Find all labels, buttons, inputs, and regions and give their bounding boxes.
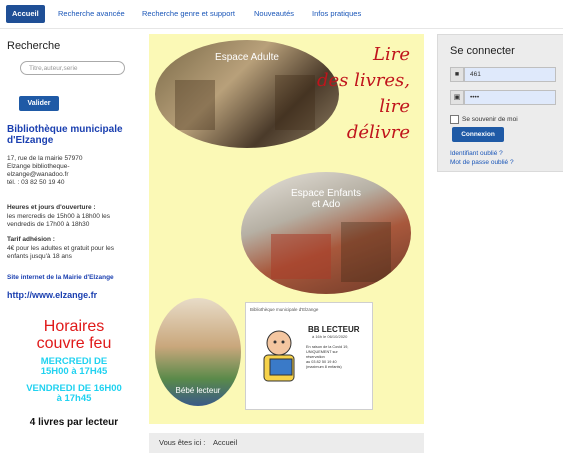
baby-reader-caption: Bébé lecteur <box>175 386 221 395</box>
search-heading: Recherche <box>7 40 61 52</box>
search-input[interactable]: Titre,auteur,serie <box>20 61 125 75</box>
slogan-line: Lire <box>373 44 410 65</box>
curfew-hours-title: Horaires couvre feu <box>0 318 148 352</box>
address-line: 17, rue de la mairie 57970 <box>7 155 83 162</box>
poster-slogan: Lire des livres, lire délivre <box>300 42 410 146</box>
kids-caption-line: Espace Enfants <box>290 188 362 199</box>
flyer-brand: BB LECTEUR <box>308 325 360 334</box>
library-name: Bibliothèque municipale d'Elzange <box>7 124 123 146</box>
town-hall-url-link[interactable]: http://www.elzange.fr <box>7 290 97 300</box>
breadcrumb: Vous êtes ici : Accueil <box>149 433 424 453</box>
flyer-text: En raison de la Covid 19, UNIQUEMENT sur… <box>306 345 368 370</box>
kids-space-photo: Espace Enfants et Ado <box>241 172 411 294</box>
nav-tab-accueil[interactable]: Accueil <box>6 5 45 23</box>
kids-caption-line: et Ado <box>311 199 341 210</box>
address-email[interactable]: elzange@wanadoo.fr <box>7 171 147 179</box>
password-field[interactable]: •••• <box>464 90 556 105</box>
tarif-line: enfants jusqu'à 18 ans <box>7 253 72 260</box>
login-submit-button[interactable]: Connexion <box>452 127 504 142</box>
forgot-password-link[interactable]: Mot de passe oublié ? <box>450 159 514 166</box>
town-hall-site-link[interactable]: Site internet de la Mairie d'Elzange <box>7 274 114 281</box>
nav-tab-advanced-search[interactable]: Recherche avancée <box>52 5 131 23</box>
baby-reader-photo: Bébé lecteur <box>155 298 241 406</box>
flyer-date: à 16h le 06/10/2020 <box>312 334 348 339</box>
remember-me-label: Se souvenir de moi <box>462 116 518 124</box>
nav-tab-new-arrivals[interactable]: Nouveautés <box>248 5 300 23</box>
hours-title: Heures et jours d'ouverture : <box>7 204 96 211</box>
library-address: 17, rue de la mairie 57970 Elzange bibli… <box>7 155 147 187</box>
login-title: Se connecter <box>450 45 515 57</box>
curfew-title-line: couvre feu <box>36 335 112 352</box>
address-phone: tél. : 03 82 50 19 40 <box>7 179 65 186</box>
address-line: Elzange bibliotheque- <box>7 163 70 170</box>
reading-child-illustration <box>263 330 295 382</box>
tarif-line: 4€ pour les adultes et gratuit pour les <box>7 245 114 252</box>
top-navigation: Accueil Recherche avancée Recherche genr… <box>0 0 563 29</box>
breadcrumb-label: Vous êtes ici : <box>159 438 206 447</box>
password-row: ▣ •••• <box>450 90 556 105</box>
hours-line: les mercredis de 15h00 à 18h00 les <box>7 213 110 220</box>
forgot-username-link[interactable]: Identifiant oublié ? <box>450 150 503 157</box>
curfew-friday: VENDREDI DE 16H00 à 17h45 <box>0 384 148 404</box>
curfew-line: à 17h45 <box>56 393 92 404</box>
slogan-line: lire <box>379 96 410 117</box>
breadcrumb-current[interactable]: Accueil <box>213 433 237 453</box>
curfew-wednesday: MERCREDI DE 15H00 à 17H45 <box>0 357 148 377</box>
remember-me-checkbox[interactable] <box>450 115 459 124</box>
kids-space-caption: Espace Enfants et Ado <box>241 188 411 210</box>
tarif-text: 4€ pour les adultes et gratuit pour les … <box>7 245 139 261</box>
opening-hours: les mercredis de 15h00 à 18h00 les vendr… <box>7 213 147 229</box>
remember-me[interactable]: Se souvenir de moi <box>450 115 518 124</box>
nav-tab-practical-info[interactable]: Infos pratiques <box>306 5 367 23</box>
login-panel: Se connecter ■ 461 ▣ •••• Se souvenir de… <box>437 34 563 172</box>
flyer-header: Bibliothèque municipale d'Elzange <box>250 307 319 312</box>
curfew-line: 15H00 à 17H45 <box>40 366 108 377</box>
hours-line: vendredis de 17h00 à 18h30 <box>7 221 90 228</box>
flyer-line: (maximum 8 enfants) <box>306 365 342 369</box>
username-field[interactable]: 461 <box>464 67 556 82</box>
slogan-line: des livres, <box>316 70 410 91</box>
book-limit-notice: 4 livres par lecteur <box>29 417 119 428</box>
search-submit-button[interactable]: Valider <box>19 96 59 111</box>
tarif-title: Tarif adhésion : <box>7 236 55 243</box>
library-poster: Espace Adulte Lire des livres, lire déli… <box>149 34 424 424</box>
lock-icon: ▣ <box>450 90 464 105</box>
baby-reader-flyer: Bibliothèque municipale d'Elzange BB LEC… <box>245 302 373 410</box>
user-icon: ■ <box>450 67 464 82</box>
nav-tab-genre-search[interactable]: Recherche genre et support <box>136 5 241 23</box>
curfew-title-line: Horaires <box>43 318 105 335</box>
slogan-line: délivre <box>346 122 410 143</box>
username-row: ■ 461 <box>450 67 556 82</box>
